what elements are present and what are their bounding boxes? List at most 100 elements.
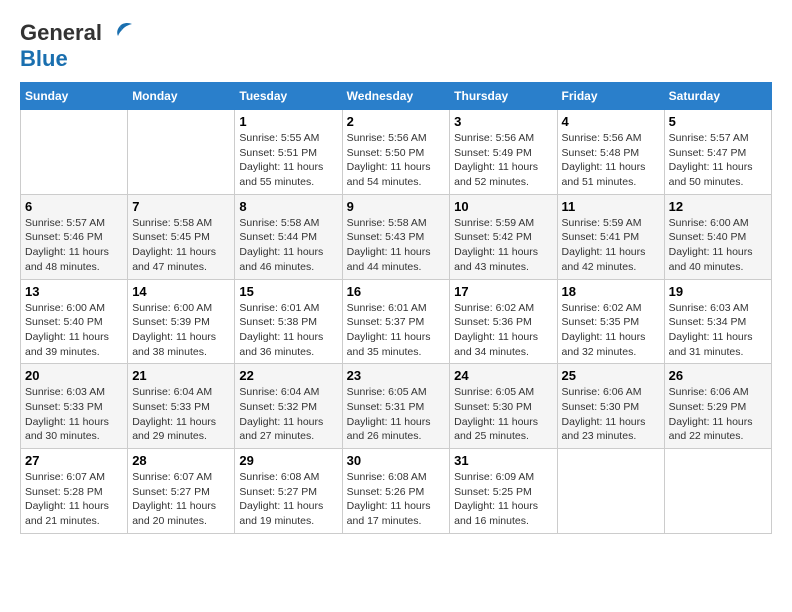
calendar-cell: 30 Sunrise: 6:08 AMSunset: 5:26 PMDayligh…	[342, 449, 450, 534]
day-info: Sunrise: 6:06 AMSunset: 5:30 PMDaylight:…	[562, 385, 660, 444]
day-number: 7	[132, 199, 230, 214]
day-info: Sunrise: 5:56 AMSunset: 5:48 PMDaylight:…	[562, 131, 660, 190]
calendar-cell: 17 Sunrise: 6:02 AMSunset: 5:36 PMDayligh…	[450, 279, 557, 364]
day-number: 22	[239, 368, 337, 383]
day-number: 24	[454, 368, 552, 383]
day-number: 29	[239, 453, 337, 468]
day-number: 11	[562, 199, 660, 214]
day-info: Sunrise: 5:58 AMSunset: 5:45 PMDaylight:…	[132, 216, 230, 275]
day-number: 8	[239, 199, 337, 214]
calendar-cell: 7 Sunrise: 5:58 AMSunset: 5:45 PMDaylight…	[128, 194, 235, 279]
calendar-cell: 11Sunrise: 5:59 AMSunset: 5:41 PMDayligh…	[557, 194, 664, 279]
day-info: Sunrise: 6:08 AMSunset: 5:27 PMDaylight:…	[239, 470, 337, 529]
logo-general: General	[20, 20, 102, 46]
calendar-cell	[21, 110, 128, 195]
calendar-cell: 23Sunrise: 6:05 AMSunset: 5:31 PMDayligh…	[342, 364, 450, 449]
calendar-week-row: 27Sunrise: 6:07 AMSunset: 5:28 PMDayligh…	[21, 449, 772, 534]
calendar-table: SundayMondayTuesdayWednesdayThursdayFrid…	[20, 82, 772, 534]
calendar-cell: 16 Sunrise: 6:01 AMSunset: 5:37 PMDayligh…	[342, 279, 450, 364]
weekday-header-saturday: Saturday	[664, 83, 771, 110]
day-number: 20	[25, 368, 123, 383]
day-info: Sunrise: 6:00 AMSunset: 5:39 PMDaylight:…	[132, 301, 230, 360]
logo-bird-icon	[106, 22, 134, 44]
calendar-cell: 21 Sunrise: 6:04 AMSunset: 5:33 PMDayligh…	[128, 364, 235, 449]
day-info: Sunrise: 6:06 AMSunset: 5:29 PMDaylight:…	[669, 385, 767, 444]
weekday-header-monday: Monday	[128, 83, 235, 110]
day-number: 21	[132, 368, 230, 383]
day-number: 12	[669, 199, 767, 214]
day-number: 16	[347, 284, 446, 299]
calendar-cell: 25 Sunrise: 6:06 AMSunset: 5:30 PMDayligh…	[557, 364, 664, 449]
day-number: 27	[25, 453, 123, 468]
weekday-header-wednesday: Wednesday	[342, 83, 450, 110]
calendar-cell	[128, 110, 235, 195]
day-info: Sunrise: 5:57 AMSunset: 5:46 PMDaylight:…	[25, 216, 123, 275]
page-header: General Blue	[20, 20, 772, 72]
day-info: Sunrise: 6:01 AMSunset: 5:37 PMDaylight:…	[347, 301, 446, 360]
day-number: 26	[669, 368, 767, 383]
day-info: Sunrise: 6:04 AMSunset: 5:33 PMDaylight:…	[132, 385, 230, 444]
weekday-header-tuesday: Tuesday	[235, 83, 342, 110]
day-number: 2	[347, 114, 446, 129]
day-info: Sunrise: 5:58 AMSunset: 5:43 PMDaylight:…	[347, 216, 446, 275]
day-number: 17	[454, 284, 552, 299]
calendar-cell: 28 Sunrise: 6:07 AMSunset: 5:27 PMDayligh…	[128, 449, 235, 534]
calendar-cell: 31Sunrise: 6:09 AMSunset: 5:25 PMDayligh…	[450, 449, 557, 534]
day-number: 28	[132, 453, 230, 468]
day-number: 5	[669, 114, 767, 129]
day-info: Sunrise: 6:02 AMSunset: 5:36 PMDaylight:…	[454, 301, 552, 360]
day-info: Sunrise: 5:58 AMSunset: 5:44 PMDaylight:…	[239, 216, 337, 275]
calendar-cell: 20Sunrise: 6:03 AMSunset: 5:33 PMDayligh…	[21, 364, 128, 449]
weekday-header-sunday: Sunday	[21, 83, 128, 110]
day-info: Sunrise: 6:07 AMSunset: 5:27 PMDaylight:…	[132, 470, 230, 529]
day-info: Sunrise: 6:01 AMSunset: 5:38 PMDaylight:…	[239, 301, 337, 360]
day-info: Sunrise: 6:09 AMSunset: 5:25 PMDaylight:…	[454, 470, 552, 529]
day-number: 15	[239, 284, 337, 299]
calendar-cell: 12 Sunrise: 6:00 AMSunset: 5:40 PMDayligh…	[664, 194, 771, 279]
day-info: Sunrise: 5:55 AMSunset: 5:51 PMDaylight:…	[239, 131, 337, 190]
day-info: Sunrise: 6:00 AMSunset: 5:40 PMDaylight:…	[25, 301, 123, 360]
calendar-week-row: 20Sunrise: 6:03 AMSunset: 5:33 PMDayligh…	[21, 364, 772, 449]
calendar-cell: 8 Sunrise: 5:58 AMSunset: 5:44 PMDaylight…	[235, 194, 342, 279]
day-number: 9	[347, 199, 446, 214]
calendar-week-row: 13 Sunrise: 6:00 AMSunset: 5:40 PMDayligh…	[21, 279, 772, 364]
calendar-cell: 1 Sunrise: 5:55 AMSunset: 5:51 PMDaylight…	[235, 110, 342, 195]
calendar-cell: 2 Sunrise: 5:56 AMSunset: 5:50 PMDaylight…	[342, 110, 450, 195]
calendar-cell	[557, 449, 664, 534]
weekday-header-thursday: Thursday	[450, 83, 557, 110]
calendar-cell: 24Sunrise: 6:05 AMSunset: 5:30 PMDayligh…	[450, 364, 557, 449]
day-number: 13	[25, 284, 123, 299]
calendar-cell: 4 Sunrise: 5:56 AMSunset: 5:48 PMDaylight…	[557, 110, 664, 195]
day-info: Sunrise: 6:04 AMSunset: 5:32 PMDaylight:…	[239, 385, 337, 444]
calendar-cell: 27Sunrise: 6:07 AMSunset: 5:28 PMDayligh…	[21, 449, 128, 534]
day-info: Sunrise: 5:56 AMSunset: 5:49 PMDaylight:…	[454, 131, 552, 190]
day-number: 1	[239, 114, 337, 129]
day-info: Sunrise: 5:59 AMSunset: 5:42 PMDaylight:…	[454, 216, 552, 275]
calendar-week-row: 6 Sunrise: 5:57 AMSunset: 5:46 PMDaylight…	[21, 194, 772, 279]
day-number: 30	[347, 453, 446, 468]
calendar-cell: 3 Sunrise: 5:56 AMSunset: 5:49 PMDaylight…	[450, 110, 557, 195]
day-info: Sunrise: 6:05 AMSunset: 5:31 PMDaylight:…	[347, 385, 446, 444]
day-number: 10	[454, 199, 552, 214]
calendar-cell: 15 Sunrise: 6:01 AMSunset: 5:38 PMDayligh…	[235, 279, 342, 364]
day-info: Sunrise: 6:08 AMSunset: 5:26 PMDaylight:…	[347, 470, 446, 529]
calendar-cell: 10 Sunrise: 5:59 AMSunset: 5:42 PMDayligh…	[450, 194, 557, 279]
day-info: Sunrise: 6:02 AMSunset: 5:35 PMDaylight:…	[562, 301, 660, 360]
calendar-week-row: 1 Sunrise: 5:55 AMSunset: 5:51 PMDaylight…	[21, 110, 772, 195]
calendar-cell: 18 Sunrise: 6:02 AMSunset: 5:35 PMDayligh…	[557, 279, 664, 364]
logo: General Blue	[20, 20, 134, 72]
calendar-cell: 6 Sunrise: 5:57 AMSunset: 5:46 PMDaylight…	[21, 194, 128, 279]
day-number: 18	[562, 284, 660, 299]
calendar-cell: 9 Sunrise: 5:58 AMSunset: 5:43 PMDaylight…	[342, 194, 450, 279]
day-number: 25	[562, 368, 660, 383]
calendar-cell: 13 Sunrise: 6:00 AMSunset: 5:40 PMDayligh…	[21, 279, 128, 364]
calendar-cell: 14Sunrise: 6:00 AMSunset: 5:39 PMDayligh…	[128, 279, 235, 364]
day-info: Sunrise: 6:00 AMSunset: 5:40 PMDaylight:…	[669, 216, 767, 275]
day-info: Sunrise: 5:56 AMSunset: 5:50 PMDaylight:…	[347, 131, 446, 190]
day-number: 6	[25, 199, 123, 214]
day-number: 3	[454, 114, 552, 129]
day-number: 4	[562, 114, 660, 129]
day-number: 19	[669, 284, 767, 299]
calendar-cell: 29 Sunrise: 6:08 AMSunset: 5:27 PMDayligh…	[235, 449, 342, 534]
calendar-cell	[664, 449, 771, 534]
